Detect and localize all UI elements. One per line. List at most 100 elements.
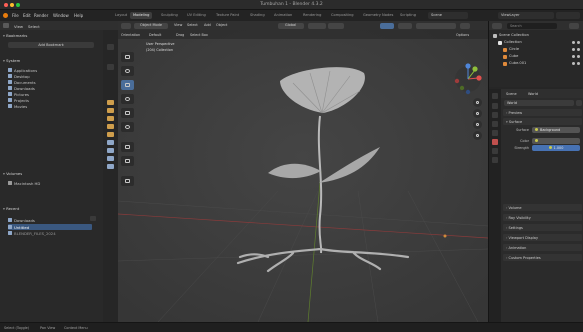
file-icon[interactable] bbox=[107, 140, 114, 145]
section-settings[interactable]: Settings bbox=[503, 224, 582, 231]
recent-options-icon[interactable] bbox=[90, 216, 96, 221]
folder-icon[interactable] bbox=[107, 108, 114, 113]
visibility-icon[interactable] bbox=[572, 47, 580, 52]
file-icon[interactable] bbox=[107, 148, 114, 153]
volume-item-macintosh-hd[interactable]: Macintosh HD bbox=[14, 181, 40, 186]
scale-tool-icon[interactable] bbox=[121, 108, 134, 118]
fb-menu-view[interactable]: View bbox=[14, 24, 23, 29]
vp-menu-view[interactable]: View bbox=[174, 23, 182, 27]
outliner-row-circle[interactable]: Circle bbox=[491, 46, 582, 53]
recent-item-blender-files[interactable]: BLENDER_FILES_2024 bbox=[14, 231, 56, 236]
output-tab-icon[interactable] bbox=[492, 112, 498, 118]
shading-mode-buttons[interactable] bbox=[416, 22, 456, 29]
menu-help[interactable]: Help bbox=[74, 13, 83, 18]
move-tool-icon[interactable] bbox=[121, 80, 134, 90]
tab-shading[interactable]: Shading bbox=[247, 12, 268, 19]
fb-menu-select[interactable]: Select bbox=[28, 24, 40, 29]
tab-rendering[interactable]: Rendering bbox=[300, 12, 324, 19]
system-item-applications[interactable]: Applications bbox=[14, 68, 37, 73]
viewport-scene[interactable] bbox=[118, 21, 488, 322]
vp-menu-add[interactable]: Add bbox=[204, 23, 211, 27]
select-tool-icon[interactable] bbox=[121, 52, 134, 62]
origin-dot[interactable] bbox=[443, 234, 447, 238]
tab-uv-editing[interactable]: UV Editing bbox=[184, 12, 209, 19]
recent-header[interactable]: Recent bbox=[3, 206, 98, 213]
tab-sculpting[interactable]: Sculpting bbox=[158, 12, 181, 19]
outliner-search-input[interactable]: Search bbox=[507, 22, 557, 29]
refresh-icon[interactable] bbox=[107, 44, 114, 50]
section-preview[interactable]: Preview bbox=[503, 109, 582, 116]
tab-modeling[interactable]: Modeling bbox=[130, 12, 153, 19]
vp-menu-object[interactable]: Object bbox=[216, 23, 227, 27]
menu-edit[interactable]: Edit bbox=[23, 13, 31, 18]
transform-tool-icon[interactable] bbox=[121, 122, 134, 132]
tab-geometry-nodes[interactable]: Geometry Nodes bbox=[360, 12, 396, 19]
view-layer-selector[interactable]: ViewLayer bbox=[498, 12, 554, 19]
folder-icon[interactable] bbox=[107, 132, 114, 137]
measure-tool-icon[interactable] bbox=[121, 156, 134, 166]
folder-icon[interactable] bbox=[107, 124, 114, 129]
camera-view-icon[interactable] bbox=[473, 120, 482, 129]
file-icon[interactable] bbox=[107, 164, 114, 169]
menu-file[interactable]: File bbox=[12, 13, 19, 18]
volumes-header[interactable]: Volumes bbox=[3, 171, 98, 178]
3d-viewport[interactable]: Object Mode View Select Add Object Globa… bbox=[118, 21, 488, 322]
tab-scripting[interactable]: Scripting bbox=[397, 12, 419, 19]
filter-icon[interactable] bbox=[569, 22, 579, 29]
scene-tab-icon[interactable] bbox=[492, 130, 498, 136]
editor-type-icon[interactable] bbox=[121, 22, 131, 29]
system-item-downloads[interactable]: Downloads bbox=[14, 86, 35, 91]
color-field[interactable] bbox=[532, 138, 580, 144]
scene-selector[interactable]: Scene bbox=[428, 12, 468, 19]
system-item-desktop[interactable]: Desktop bbox=[14, 74, 30, 79]
tab-texture-paint[interactable]: Texture Paint bbox=[213, 12, 242, 19]
folder-icon[interactable] bbox=[107, 116, 114, 121]
section-viewport-display[interactable]: Viewport Display bbox=[503, 234, 582, 241]
collection-tab-icon[interactable] bbox=[492, 148, 498, 154]
outliner-row-collection[interactable]: Collection bbox=[491, 39, 582, 46]
texture-tab-icon[interactable] bbox=[492, 157, 498, 163]
annotate-tool-icon[interactable] bbox=[121, 142, 134, 152]
visibility-icon[interactable] bbox=[572, 40, 580, 45]
tab-animation[interactable]: Animation bbox=[271, 12, 295, 19]
add-bookmark-button[interactable]: Add Bookmark bbox=[8, 42, 94, 48]
folder-icon[interactable] bbox=[107, 100, 114, 105]
select-box-option[interactable]: Select Box bbox=[190, 33, 208, 37]
options-button[interactable]: Options bbox=[456, 33, 469, 37]
editor-type-icon[interactable] bbox=[492, 22, 502, 29]
menu-render[interactable]: Render bbox=[34, 13, 48, 18]
pivot-selector[interactable] bbox=[308, 22, 326, 29]
tab-layout[interactable]: Layout bbox=[112, 12, 130, 19]
fake-user-icon[interactable] bbox=[576, 100, 582, 106]
outliner-row-cube-001[interactable]: Cube.001 bbox=[491, 60, 582, 67]
snap-toggle[interactable] bbox=[328, 22, 344, 29]
shading-options-button[interactable] bbox=[460, 22, 470, 29]
blender-logo-icon[interactable] bbox=[3, 13, 8, 18]
surface-shader-field[interactable]: Background bbox=[532, 127, 580, 133]
visibility-icon[interactable] bbox=[572, 54, 580, 59]
system-item-pictures[interactable]: Pictures bbox=[14, 92, 29, 97]
outliner-row-cube[interactable]: Cube bbox=[491, 53, 582, 60]
recent-item-downloads[interactable]: Downloads bbox=[14, 218, 35, 223]
editor-type-icon[interactable] bbox=[3, 23, 9, 28]
section-surface[interactable]: Surface bbox=[503, 118, 582, 125]
zoom-view-icon[interactable] bbox=[473, 98, 482, 107]
outliner-row-scene-collection[interactable]: Scene Collection bbox=[491, 32, 582, 39]
filter-icon[interactable] bbox=[107, 64, 114, 70]
system-header[interactable]: System bbox=[3, 58, 98, 65]
perspective-toggle-icon[interactable] bbox=[473, 131, 482, 140]
recent-item-untitled[interactable]: Untitled bbox=[14, 225, 29, 230]
overlay-toggle[interactable] bbox=[380, 22, 394, 29]
system-item-projects[interactable]: Projects bbox=[14, 98, 29, 103]
pan-view-icon[interactable] bbox=[473, 109, 482, 118]
system-item-documents[interactable]: Documents bbox=[14, 80, 36, 85]
view-layer-tab-icon[interactable] bbox=[492, 121, 498, 127]
rotate-tool-icon[interactable] bbox=[121, 94, 134, 104]
tab-compositing[interactable]: Compositing bbox=[328, 12, 357, 19]
tool-tab-icon[interactable] bbox=[492, 93, 498, 99]
file-icon[interactable] bbox=[107, 156, 114, 161]
section-ray-visibility[interactable]: Ray Visibility bbox=[503, 214, 582, 221]
strength-field[interactable]: 1.000 bbox=[532, 145, 580, 151]
cursor-tool-icon[interactable] bbox=[121, 66, 134, 76]
section-custom-properties[interactable]: Custom Properties bbox=[503, 254, 582, 261]
